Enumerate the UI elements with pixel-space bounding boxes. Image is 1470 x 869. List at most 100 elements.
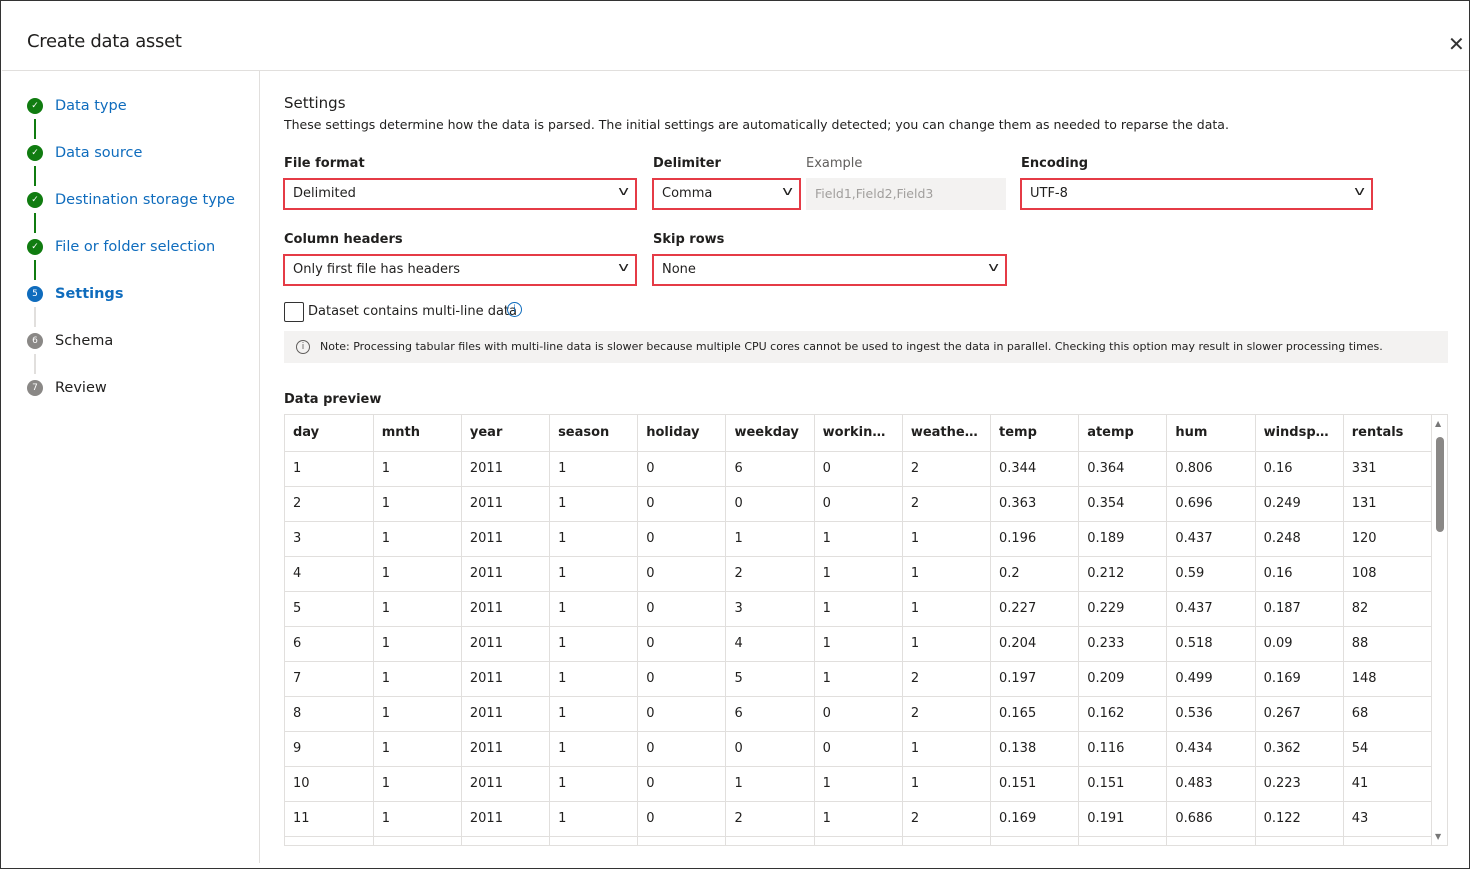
column-header[interactable]: weathersit	[902, 415, 992, 452]
table-cell: 0.434	[1166, 731, 1256, 767]
table-cell: 1	[814, 521, 903, 557]
multiline-note: i Note: Processing tabular files with mu…	[284, 331, 1448, 363]
scroll-up-icon[interactable]: ▲	[1435, 419, 1441, 428]
column-header[interactable]: atemp	[1078, 415, 1168, 452]
column-headers-label: Column headers	[284, 232, 403, 247]
table-cell: 0.189	[1078, 521, 1168, 557]
column-header[interactable]: working...	[814, 415, 903, 452]
table-cell: 4	[725, 626, 815, 662]
table-cell: 2	[725, 801, 815, 837]
data-preview-label: Data preview	[284, 392, 382, 407]
column-headers-dropdown[interactable]: Only first file has headers v	[283, 254, 637, 286]
example-value: Field1,Field2,Field3	[806, 178, 1006, 210]
table-cell: 3	[285, 521, 374, 557]
table-cell	[549, 836, 639, 845]
encoding-dropdown[interactable]: UTF-8 v	[1020, 178, 1373, 210]
table-cell: 1	[373, 591, 462, 627]
step-number-icon: 7	[27, 380, 43, 396]
chevron-down-icon: v	[618, 184, 629, 198]
table-cell: 1	[725, 766, 815, 802]
table-cell: 1	[373, 486, 462, 522]
dialog: Create data asset ✕ ✓ Data type ✓ Data sour…	[0, 0, 1470, 869]
table-cell	[285, 836, 374, 845]
step-data-source[interactable]: ✓ Data source	[27, 145, 142, 161]
table-cell: 2011	[461, 696, 551, 732]
column-header[interactable]: temp	[990, 415, 1080, 452]
delimiter-dropdown[interactable]: Comma v	[652, 178, 801, 210]
table-cell	[725, 836, 815, 845]
table-cell: 0.162	[1078, 696, 1168, 732]
table-cell: 0.151	[990, 766, 1080, 802]
step-file-or-folder-selection[interactable]: ✓ File or folder selection	[27, 239, 215, 255]
column-header[interactable]: year	[461, 415, 551, 452]
chevron-down-icon: v	[618, 260, 629, 274]
table-cell: 1	[285, 451, 374, 487]
settings-description: These settings determine how the data is…	[284, 117, 1229, 132]
table-cell: 1	[373, 801, 462, 837]
table-row: 4 1 2011 1 0 2 1 1 0.2 0.212 0.59 0.16 108	[285, 556, 1433, 592]
column-header[interactable]: season	[549, 415, 639, 452]
step-label: Review	[55, 380, 107, 396]
scroll-down-icon[interactable]: ▼	[1435, 832, 1441, 841]
file-format-value: Delimited	[293, 186, 356, 201]
table-cell: 5	[725, 661, 815, 697]
scrollbar[interactable]: ▲ ▼	[1431, 415, 1447, 845]
step-data-type[interactable]: ✓ Data type	[27, 98, 127, 114]
table-cell: 0	[725, 731, 815, 767]
scrollbar-thumb[interactable]	[1436, 437, 1444, 532]
column-header[interactable]: weekday	[725, 415, 815, 452]
step-destination-storage-type[interactable]: ✓ Destination storage type	[27, 192, 235, 208]
table-cell: 2011	[461, 521, 551, 557]
info-icon[interactable]: i	[507, 302, 522, 317]
step-review[interactable]: 7 Review	[27, 380, 107, 396]
table-cell: 0.169	[990, 801, 1080, 837]
column-header[interactable]: rentals	[1343, 415, 1433, 452]
table-cell: 1	[725, 521, 815, 557]
file-format-dropdown[interactable]: Delimited v	[283, 178, 637, 210]
table-cell: 6	[285, 626, 374, 662]
table-cell: 2	[902, 801, 992, 837]
table-cell: 0.197	[990, 661, 1080, 697]
skip-rows-dropdown[interactable]: None v	[652, 254, 1007, 286]
close-icon[interactable]: ✕	[1448, 32, 1465, 56]
table-cell: 1	[549, 626, 639, 662]
table-cell: 0.187	[1255, 591, 1344, 627]
column-header[interactable]: hum	[1166, 415, 1256, 452]
table-cell: 0	[637, 451, 727, 487]
column-header[interactable]: holiday	[637, 415, 727, 452]
table-cell: 2	[902, 696, 992, 732]
multiline-checkbox[interactable]	[284, 302, 304, 322]
step-schema[interactable]: 6 Schema	[27, 333, 113, 349]
column-header[interactable]: day	[285, 415, 374, 452]
table-row: 11 1 2011 1 0 2 1 2 0.169 0.191 0.686 0.122 43	[285, 801, 1433, 837]
table-cell: 1	[549, 451, 639, 487]
table-cell: 8	[285, 696, 374, 732]
table-cell: 0.686	[1166, 801, 1256, 837]
table-cell: 2	[902, 451, 992, 487]
table-cell: 1	[373, 521, 462, 557]
check-circle-icon: ✓	[27, 192, 43, 208]
table-cell: 1	[902, 591, 992, 627]
table-cell	[373, 836, 462, 845]
table-cell: 2011	[461, 486, 551, 522]
table-cell: 2	[285, 486, 374, 522]
table-cell: 11	[285, 801, 374, 837]
table-cell: 0.354	[1078, 486, 1168, 522]
table-cell: 1	[549, 696, 639, 732]
step-settings[interactable]: 5 Settings	[27, 286, 123, 302]
step-number-icon: 6	[27, 333, 43, 349]
table-cell: 1	[549, 661, 639, 697]
table-row: 7 1 2011 1 0 5 1 2 0.197 0.209 0.499 0.169 148	[285, 661, 1433, 697]
step-label: Schema	[55, 333, 114, 349]
table-cell: 0.169	[1255, 661, 1344, 697]
table-cell: 2011	[461, 766, 551, 802]
table-cell: 0	[637, 556, 727, 592]
table-cell: 0.227	[990, 591, 1080, 627]
table-cell: 0.806	[1166, 451, 1256, 487]
table-cell: 1	[814, 556, 903, 592]
table-cell: 10	[285, 766, 374, 802]
column-header[interactable]: mnth	[373, 415, 462, 452]
table-cell: 4	[285, 556, 374, 592]
column-header[interactable]: windspeed	[1255, 415, 1344, 452]
table-row: 1 1 2011 1 0 6 0 2 0.344 0.364 0.806 0.16 331	[285, 451, 1433, 487]
